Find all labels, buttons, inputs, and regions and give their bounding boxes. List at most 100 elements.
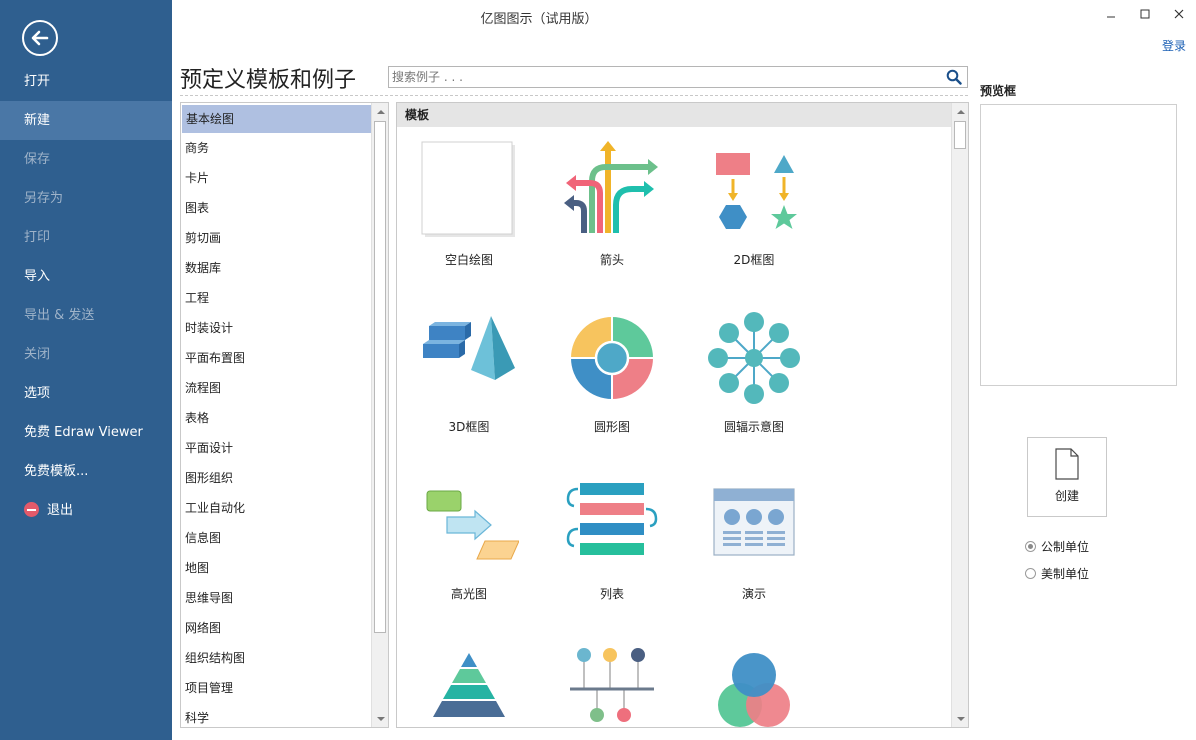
scroll-thumb[interactable] <box>954 121 966 149</box>
minimize-icon[interactable] <box>1094 0 1128 28</box>
template-arrows[interactable]: 箭头 <box>547 141 677 268</box>
category-item[interactable]: 网络图 <box>181 613 371 643</box>
radio-checked-icon[interactable] <box>1025 541 1036 552</box>
template-pyramid[interactable] <box>404 643 534 727</box>
category-item[interactable]: 商务 <box>181 133 371 163</box>
login-link[interactable]: 登录 <box>1162 37 1186 54</box>
radial-diagram-icon <box>708 312 800 404</box>
block-2d-icon <box>716 153 797 229</box>
template-highlight[interactable]: 高光图 <box>404 475 534 602</box>
templates-header: 模板 <box>397 103 952 127</box>
template-label: 2D框图 <box>733 253 775 267</box>
menu-item-save[interactable]: 保存 <box>0 140 172 179</box>
menu-label: 免费 Edraw Viewer <box>24 425 143 440</box>
category-item[interactable]: 剪切画 <box>181 223 371 253</box>
category-item[interactable]: 平面设计 <box>181 433 371 463</box>
scroll-up-icon[interactable] <box>952 103 968 120</box>
template-venn[interactable] <box>689 643 819 727</box>
category-item[interactable]: 图形组织 <box>181 463 371 493</box>
category-item[interactable]: 平面布置图 <box>181 343 371 373</box>
category-item[interactable]: 组织结构图 <box>181 643 371 673</box>
menu-item-export-send[interactable]: 导出 & 发送 <box>0 296 172 335</box>
menu-item-print[interactable]: 打印 <box>0 218 172 257</box>
category-panel: 基本绘图 商务 卡片 图表 剪切画 数据库 工程 时装设计 平面布置图 流程图 … <box>180 102 389 728</box>
menu-label: 新建 <box>24 113 51 128</box>
scroll-thumb[interactable] <box>374 121 386 633</box>
template-label: 演示 <box>741 587 766 601</box>
venn-diagram-icon <box>718 653 790 727</box>
us-units-option[interactable]: 美制单位 <box>1025 565 1089 582</box>
template-label: 空白绘图 <box>444 253 493 267</box>
menu-label: 另存为 <box>24 191 64 206</box>
template-blank[interactable]: 空白绘图 <box>404 141 534 268</box>
preview-label: 预览框 <box>980 84 1017 98</box>
list-icon <box>566 483 658 555</box>
category-item[interactable]: 时装设计 <box>181 313 371 343</box>
category-item[interactable]: 思维导图 <box>181 583 371 613</box>
timeline-icon <box>570 648 654 722</box>
create-button[interactable]: 创建 <box>1027 437 1107 517</box>
template-list[interactable]: 列表 <box>547 475 677 602</box>
category-item[interactable]: 流程图 <box>181 373 371 403</box>
close-icon[interactable] <box>1162 0 1196 28</box>
menu-item-save-as[interactable]: 另存为 <box>0 179 172 218</box>
template-label: 箭头 <box>599 253 624 267</box>
menu-item-import[interactable]: 导入 <box>0 257 172 296</box>
circular-chart-icon <box>569 315 655 401</box>
scroll-down-icon[interactable] <box>372 710 388 727</box>
menu-label: 打开 <box>24 74 51 89</box>
scroll-up-icon[interactable] <box>372 103 388 120</box>
divider <box>180 95 968 96</box>
template-presentation[interactable]: 演示 <box>689 475 819 602</box>
menu-item-close[interactable]: 关闭 <box>0 335 172 374</box>
menu-label: 关闭 <box>24 347 51 362</box>
page-title: 预定义模板和例子 <box>180 68 357 93</box>
window-title: 亿图图示（试用版） <box>480 12 598 27</box>
new-document-icon <box>1055 448 1079 480</box>
category-scrollbar[interactable] <box>371 103 388 727</box>
template-circular[interactable]: 圆形图 <box>547 308 677 435</box>
preview-box <box>980 104 1177 386</box>
menu-item-exit[interactable]: 退出 <box>0 491 172 530</box>
blank-page-icon <box>421 141 515 237</box>
category-item[interactable]: 图表 <box>181 193 371 223</box>
category-item[interactable]: 信息图 <box>181 523 371 553</box>
category-list: 基本绘图 商务 卡片 图表 剪切画 数据库 工程 时装设计 平面布置图 流程图 … <box>181 105 371 727</box>
category-item[interactable]: 项目管理 <box>181 673 371 703</box>
menu-label: 导入 <box>24 269 51 284</box>
category-item[interactable]: 数据库 <box>181 253 371 283</box>
search-input[interactable] <box>389 67 929 87</box>
category-item[interactable]: 地图 <box>181 553 371 583</box>
template-2d-block[interactable]: 2D框图 <box>689 141 819 268</box>
category-item[interactable]: 卡片 <box>181 163 371 193</box>
menu-item-free-templates[interactable]: 免费模板... <box>0 452 172 491</box>
search-icon[interactable] <box>946 69 962 88</box>
category-item[interactable]: 表格 <box>181 403 371 433</box>
category-item[interactable]: 基本绘图 <box>182 105 371 133</box>
menu-label: 免费模板... <box>24 464 89 479</box>
category-item[interactable]: 工程 <box>181 283 371 313</box>
sidebar-menu: 打开 新建 保存 另存为 打印 导入 导出 & 发送 关闭 选项 免费 Edra… <box>0 62 172 530</box>
exit-icon <box>24 502 39 517</box>
menu-item-open[interactable]: 打开 <box>0 62 172 101</box>
menu-item-new[interactable]: 新建 <box>0 101 172 140</box>
scroll-down-icon[interactable] <box>952 710 968 727</box>
category-item[interactable]: 科学 <box>181 703 371 727</box>
menu-label: 打印 <box>24 230 51 245</box>
template-scrollbar[interactable] <box>951 103 968 727</box>
menu-item-options[interactable]: 选项 <box>0 374 172 413</box>
template-label: 列表 <box>599 587 624 601</box>
metric-units-option[interactable]: 公制单位 <box>1025 538 1089 555</box>
category-item[interactable]: 工业自动化 <box>181 493 371 523</box>
template-timeline[interactable] <box>547 643 677 727</box>
template-3d-block[interactable]: 3D框图 <box>404 308 534 435</box>
sidebar: 打开 新建 保存 另存为 打印 导入 导出 & 发送 关闭 选项 免费 Edra… <box>0 0 172 740</box>
menu-item-free-viewer[interactable]: 免费 Edraw Viewer <box>0 413 172 452</box>
search-box <box>388 66 968 88</box>
menu-label: 退出 <box>47 503 74 518</box>
maximize-icon[interactable] <box>1128 0 1162 28</box>
template-radial[interactable]: 圆辐示意图 <box>689 308 819 435</box>
radio-unchecked-icon[interactable] <box>1025 568 1036 579</box>
create-label: 创建 <box>1054 489 1079 503</box>
highlight-chart-icon <box>426 490 519 560</box>
